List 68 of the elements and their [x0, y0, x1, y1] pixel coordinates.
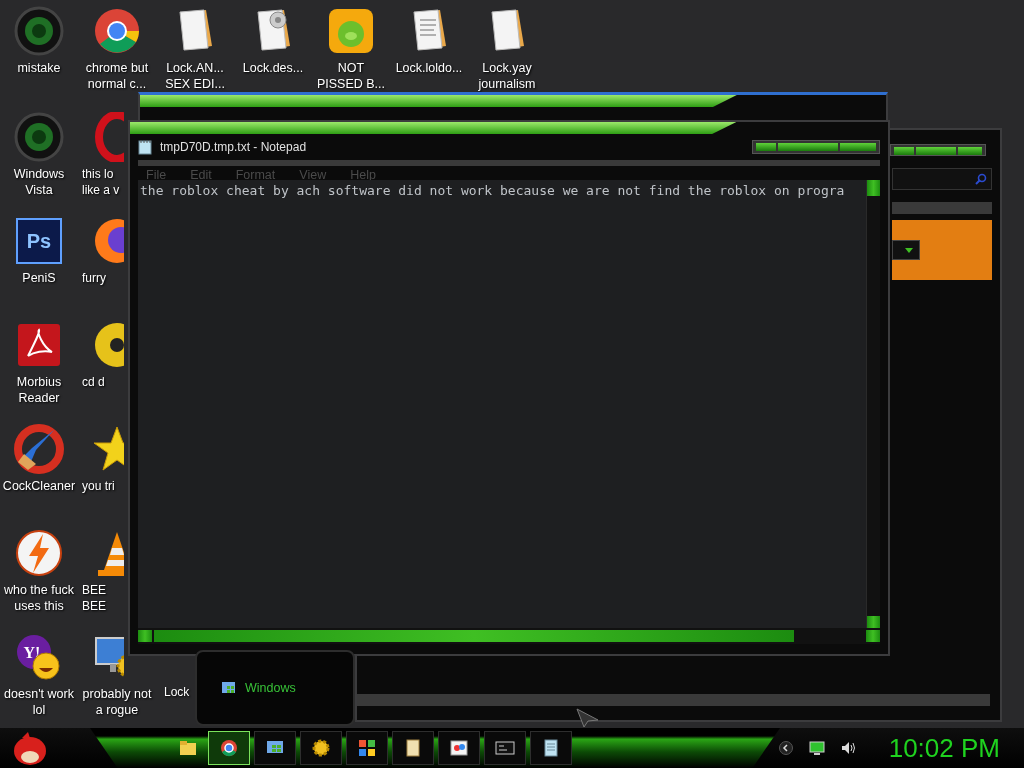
paint-icon — [449, 738, 469, 758]
icon-label: doesn't work lol — [4, 686, 74, 718]
icon-label: mistake — [17, 60, 61, 76]
maximize-button[interactable] — [916, 147, 956, 155]
popup-label[interactable]: Windows — [245, 678, 296, 698]
menu-item[interactable]: File — [146, 166, 167, 180]
icon-label: Lock — [164, 684, 190, 700]
tire-icon[interactable] — [14, 6, 64, 56]
icon-label: Windows Vista — [13, 166, 65, 198]
pig-icon[interactable] — [326, 6, 376, 56]
icon-label: Lock.des... — [242, 60, 304, 76]
folder-icon — [178, 738, 198, 758]
caret-icon — [905, 248, 913, 253]
icon-label: Lock.yay journalism — [478, 60, 536, 92]
tire-icon[interactable] — [14, 112, 64, 162]
window-flag-icon — [221, 680, 237, 696]
note-icon — [403, 738, 423, 758]
minimize-button[interactable] — [894, 147, 914, 155]
taskbar-button[interactable] — [300, 731, 342, 765]
monitor-icon[interactable] — [808, 741, 825, 755]
icon-label: Lock.loldo... — [395, 60, 463, 76]
icon-label: this lo like a v — [82, 166, 120, 198]
ring-icon[interactable] — [92, 6, 142, 56]
speaker-icon[interactable] — [840, 741, 857, 755]
console-icon — [495, 738, 515, 758]
icon-label: Lock.AN... SEX EDI... — [165, 60, 225, 92]
notepad-icon — [541, 738, 561, 758]
maximize-button[interactable] — [778, 143, 838, 151]
brush-icon[interactable] — [14, 424, 64, 474]
clock: 10:02 PM — [888, 731, 1000, 765]
icon-label: cd d — [82, 374, 105, 390]
close-button[interactable] — [840, 143, 876, 151]
search-icon — [975, 173, 987, 185]
text-content: the roblox cheat by ach software did not work because we are not find the roblox on progra — [139, 182, 846, 200]
minimize-button[interactable] — [756, 143, 776, 151]
icon-label: PeniS — [22, 270, 56, 286]
menu-item[interactable]: Help — [350, 166, 376, 180]
lightning-icon[interactable] — [14, 528, 64, 578]
icon-label: you tri — [82, 478, 115, 494]
notepad-icon — [138, 139, 152, 155]
menu-item[interactable]: Edit — [190, 166, 212, 180]
taskbar-button[interactable] — [530, 731, 572, 765]
icon-label: NOT PISSED B... — [316, 60, 386, 92]
icon-label: BEE BEE — [82, 582, 106, 614]
gear-icon — [311, 738, 331, 758]
search-field[interactable] — [892, 168, 992, 190]
taskbar-button[interactable] — [346, 731, 388, 765]
taskbar-button[interactable] — [254, 731, 296, 765]
icon-label: chrome but normal c... — [85, 60, 149, 92]
icon-label: CockCleaner — [2, 478, 76, 494]
scrollbar[interactable] — [138, 628, 880, 644]
menu-item[interactable]: Format — [235, 166, 276, 180]
menu-item[interactable]: View — [299, 166, 327, 180]
scrollbar[interactable] — [866, 180, 880, 628]
tiles-icon — [357, 738, 377, 758]
taskbar-button[interactable] — [392, 731, 434, 765]
ring-icon — [219, 738, 239, 758]
chevron-icon[interactable] — [778, 741, 793, 755]
icon-label: probably not a rogue — [82, 686, 152, 718]
dropdown[interactable] — [892, 240, 920, 260]
icon-label: Morbius Reader — [16, 374, 62, 406]
close-button[interactable] — [958, 147, 982, 155]
taskbar-button[interactable] — [438, 731, 480, 765]
icon-label: who the fuck uses this — [3, 582, 75, 614]
star-icon[interactable] — [92, 424, 124, 474]
window-title: tmpD70D.tmp.txt - Notepad — [160, 139, 307, 156]
logo-icon[interactable]: Ps — [14, 216, 64, 266]
icon-label: furry — [82, 270, 106, 286]
